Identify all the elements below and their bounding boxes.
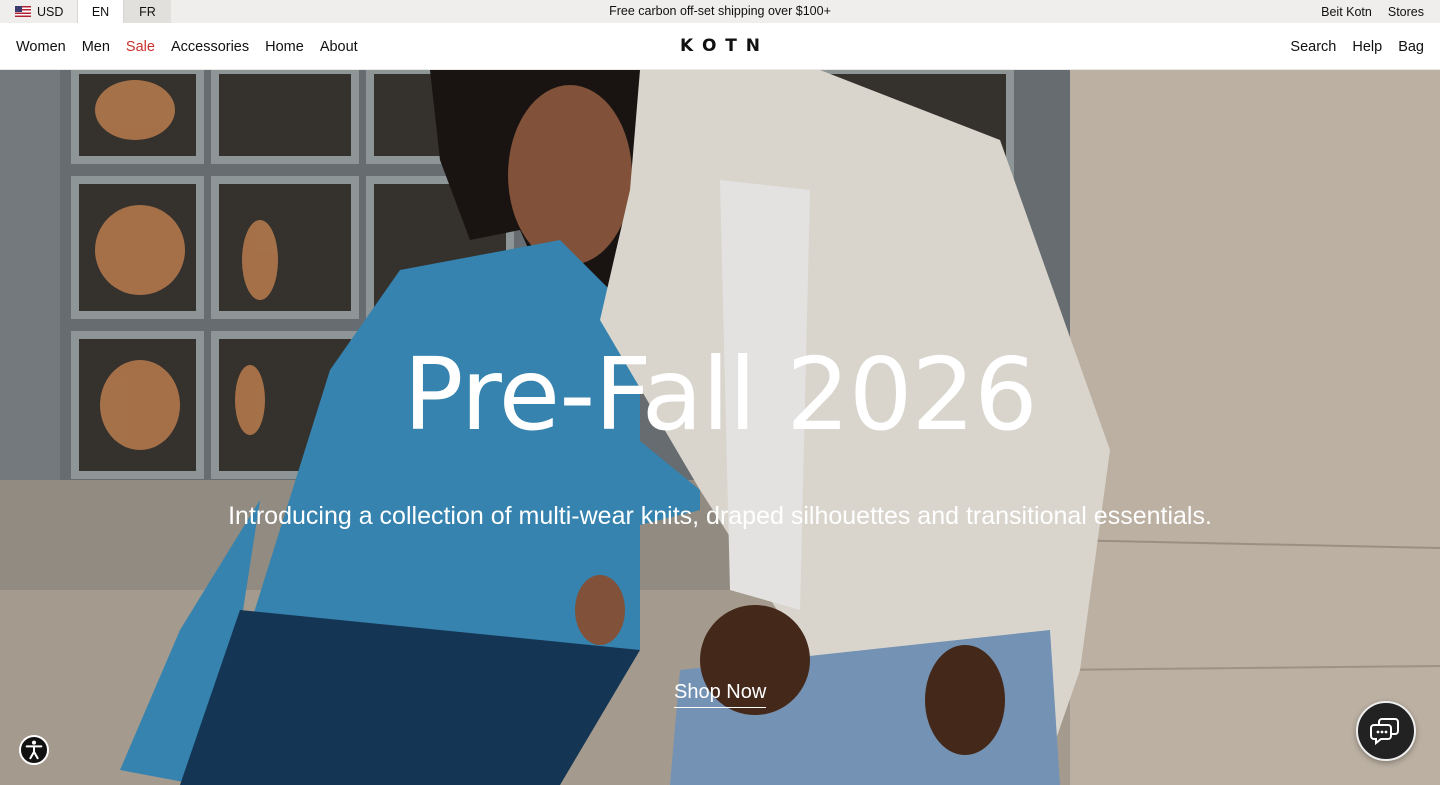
search-link[interactable]: Search bbox=[1290, 39, 1336, 55]
bag-link[interactable]: Bag bbox=[1398, 39, 1424, 55]
logo-letter: K bbox=[680, 36, 694, 56]
help-link[interactable]: Help bbox=[1352, 39, 1382, 55]
chat-icon bbox=[1370, 718, 1399, 746]
shop-now-button[interactable]: Shop Now bbox=[674, 678, 767, 708]
hero-subtitle: Introducing a collection of multi-wear k… bbox=[228, 502, 1212, 530]
nav-item-sale[interactable]: Sale bbox=[126, 39, 155, 55]
accessibility-button[interactable] bbox=[19, 735, 49, 765]
chat-button[interactable] bbox=[1356, 701, 1416, 761]
currency-selector[interactable]: USD bbox=[15, 0, 63, 23]
currency-label: USD bbox=[37, 4, 64, 19]
accessibility-icon bbox=[25, 740, 43, 760]
hero-banner[interactable]: Pre-Fall 2026 Introducing a collection o… bbox=[0, 70, 1440, 785]
main-nav: Women Men Sale Accessories Home About K … bbox=[0, 23, 1440, 70]
beit-kotn-link[interactable]: Beit Kotn bbox=[1321, 5, 1372, 19]
us-flag-icon bbox=[15, 6, 31, 17]
nav-utility: Search Help Bag bbox=[1290, 23, 1424, 70]
nav-item-about[interactable]: About bbox=[320, 39, 358, 55]
logo-letter: T bbox=[725, 36, 737, 56]
announcement-text: Free carbon off-set shipping over $100+ bbox=[609, 4, 831, 18]
hero-title: Pre-Fall 2026 bbox=[403, 336, 1038, 453]
utility-links: Beit Kotn Stores bbox=[1321, 0, 1424, 23]
kotn-logo[interactable]: K O T N bbox=[680, 36, 760, 56]
logo-letter: N bbox=[745, 36, 760, 56]
stores-link[interactable]: Stores bbox=[1388, 5, 1424, 19]
nav-item-accessories[interactable]: Accessories bbox=[171, 39, 249, 55]
nav-item-women[interactable]: Women bbox=[16, 39, 66, 55]
nav-primary: Women Men Sale Accessories Home About bbox=[16, 23, 358, 70]
utility-bar: USD EN FR Free carbon off-set shipping o… bbox=[0, 0, 1440, 23]
language-en-button[interactable]: EN bbox=[77, 0, 124, 23]
language-fr-button[interactable]: FR bbox=[124, 0, 171, 23]
logo-letter: O bbox=[702, 36, 717, 56]
nav-item-home[interactable]: Home bbox=[265, 39, 304, 55]
nav-item-men[interactable]: Men bbox=[82, 39, 110, 55]
